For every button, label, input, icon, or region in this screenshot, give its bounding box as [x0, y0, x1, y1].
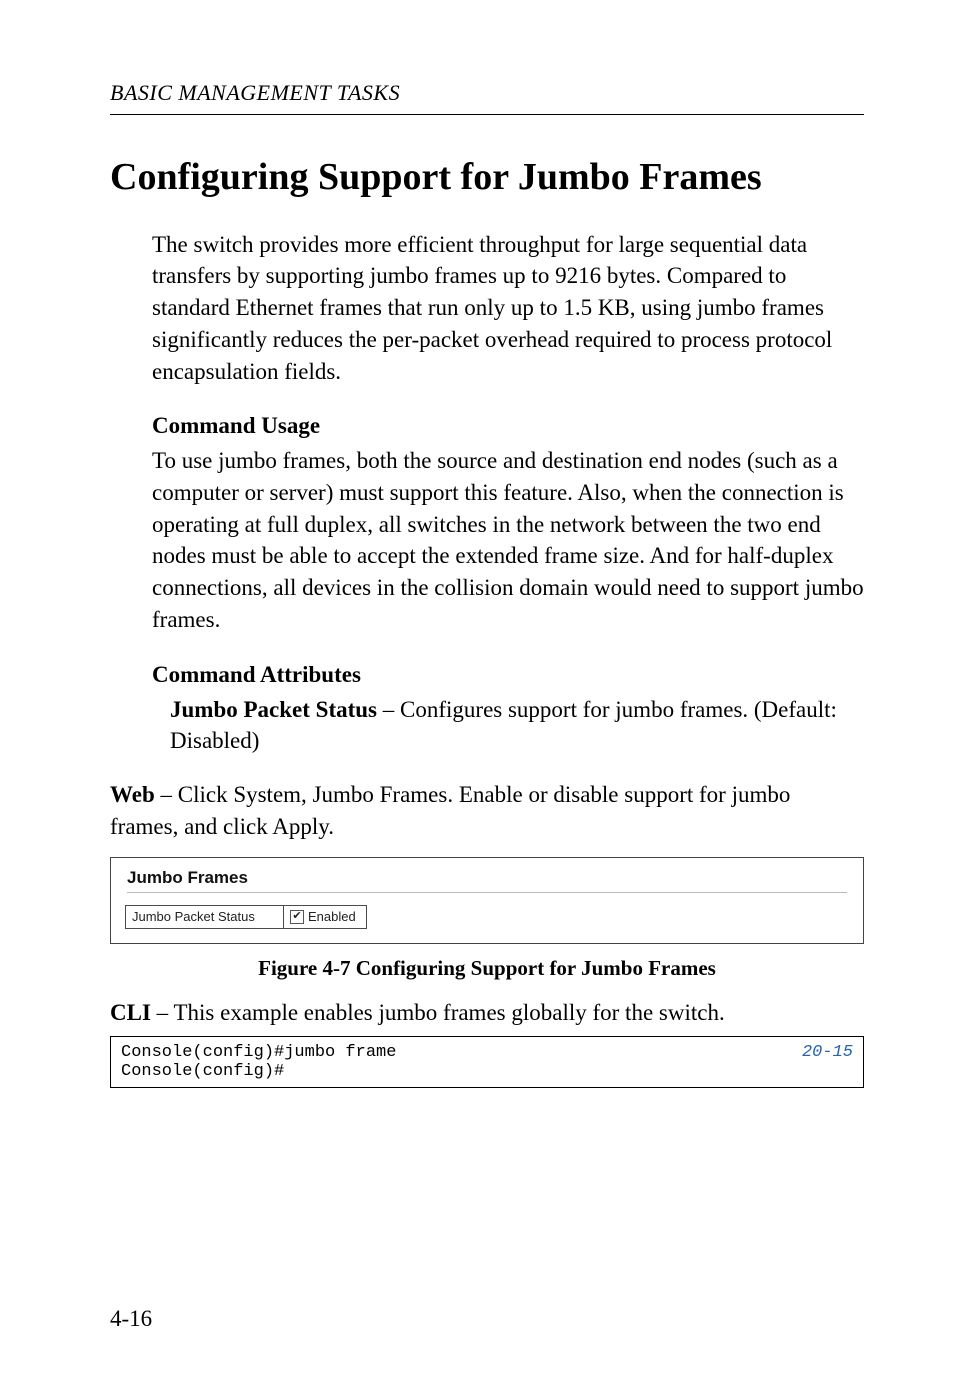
command-attributes-heading: Command Attributes — [152, 662, 864, 688]
figure-setting-label: Jumbo Packet Status — [125, 905, 283, 929]
page-title: Configuring Support for Jumbo Frames — [110, 155, 864, 201]
cli-instructions: CLI – This example enables jumbo frames … — [110, 997, 864, 1029]
code-example: Console(config)#jumbo frame Console(conf… — [110, 1036, 864, 1088]
attribute-name: Jumbo Packet Status — [170, 697, 377, 722]
code-text: Console(config)#jumbo frame Console(conf… — [121, 1043, 396, 1081]
figure-setting-value: ✔ Enabled — [283, 905, 367, 929]
code-page-ref: 20-15 — [802, 1043, 853, 1081]
checkbox-icon[interactable]: ✔ — [290, 910, 304, 924]
figure-setting-row: Jumbo Packet Status ✔ Enabled — [125, 905, 367, 929]
cli-rest: – This example enables jumbo frames glob… — [151, 1000, 725, 1025]
figure-caption: Figure 4-7 Configuring Support for Jumbo… — [110, 956, 864, 981]
command-usage-heading: Command Usage — [152, 413, 864, 439]
web-rest: – Click System, Jumbo Frames. Enable or … — [110, 782, 790, 839]
figure-panel-title: Jumbo Frames — [127, 868, 849, 888]
cli-lead: CLI — [110, 1000, 151, 1025]
figure-divider — [127, 892, 847, 893]
web-instructions: Web – Click System, Jumbo Frames. Enable… — [110, 779, 864, 842]
intro-paragraph: The switch provides more efficient throu… — [152, 229, 864, 388]
command-usage-body: To use jumbo frames, both the source and… — [152, 445, 864, 635]
web-lead: Web — [110, 782, 155, 807]
checkbox-label: Enabled — [308, 909, 356, 924]
page-number: 4-16 — [110, 1306, 152, 1332]
running-header: BASIC MANAGEMENT TASKS — [110, 80, 864, 115]
figure-screenshot: Jumbo Frames Jumbo Packet Status ✔ Enabl… — [110, 857, 864, 944]
attribute-item: Jumbo Packet Status – Configures support… — [170, 694, 864, 757]
